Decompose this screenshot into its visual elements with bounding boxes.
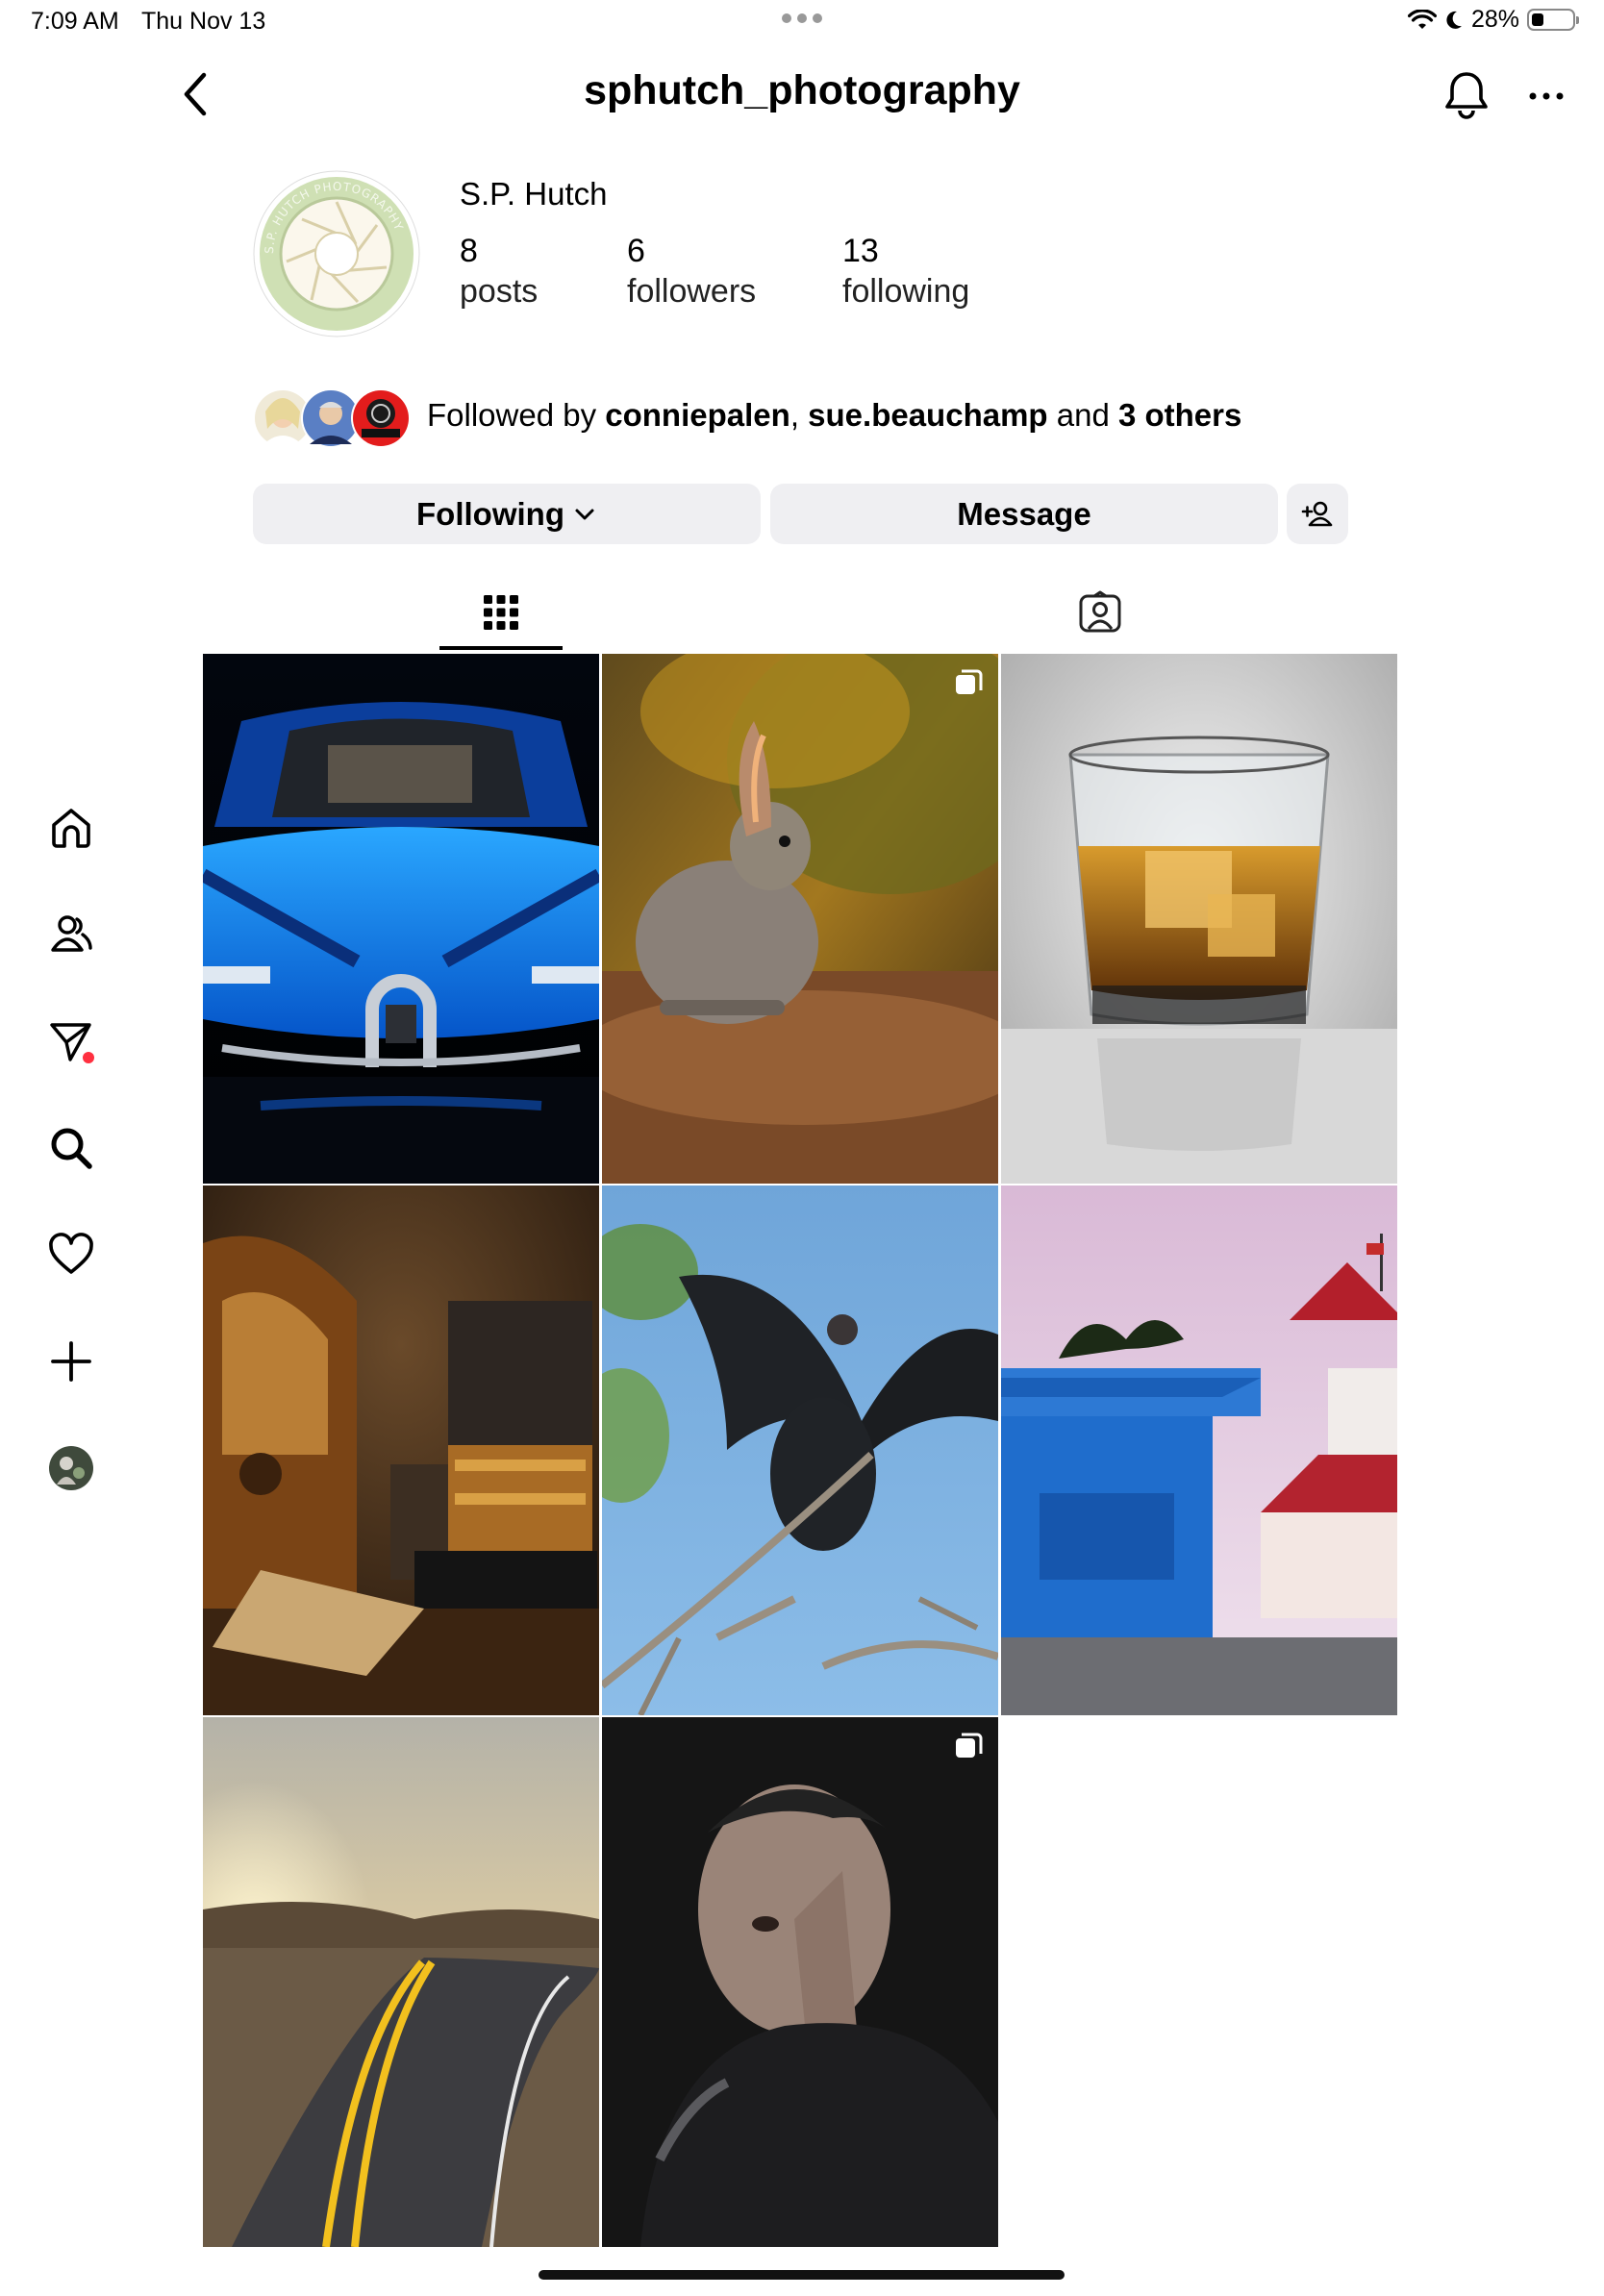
sidebar-item-search[interactable] — [44, 1121, 98, 1175]
stat-followers-value: 6 — [627, 233, 645, 269]
post-image — [602, 654, 998, 1184]
post-thumbnail[interactable] — [602, 1717, 998, 2247]
sidebar-item-activity[interactable] — [44, 1228, 98, 1282]
sidebar-item-messages[interactable] — [44, 1014, 98, 1068]
active-tab-indicator — [439, 646, 563, 650]
follower-link-1[interactable]: conniepalen — [605, 397, 790, 433]
message-button-label: Message — [957, 495, 1091, 532]
post-image — [602, 1717, 998, 2247]
profile-avatar[interactable]: S.P. HUTCH PHOTOGRAPHY — [252, 169, 421, 338]
post-thumbnail[interactable] — [203, 1185, 599, 1715]
followed-by-separator: , — [789, 397, 799, 433]
notifications-button[interactable] — [1442, 69, 1491, 121]
plus-icon — [51, 1341, 91, 1382]
post-thumbnail[interactable] — [1001, 1185, 1397, 1715]
carousel-icon — [956, 669, 983, 694]
carousel-icon — [956, 1733, 983, 1758]
stat-posts-label: posts — [460, 273, 539, 310]
status-date: Thu Nov 13 — [141, 8, 266, 35]
status-time: 7:09 AM — [31, 8, 119, 35]
follower-link-2[interactable]: sue.beauchamp — [808, 397, 1047, 433]
followed-by-others[interactable]: 3 others — [1118, 397, 1241, 433]
display-name: S.P. Hutch — [460, 176, 608, 212]
more-horizontal-icon — [1529, 92, 1564, 100]
moon-icon — [1446, 11, 1462, 29]
message-button[interactable]: Message — [770, 484, 1278, 544]
heart-icon — [49, 1233, 93, 1274]
wifi-icon — [1407, 9, 1437, 29]
post-thumbnail[interactable] — [203, 654, 599, 1184]
following-button-label: Following — [416, 495, 564, 532]
stat-followers[interactable]: 6 followers — [627, 231, 756, 312]
followed-by-prefix: Followed by — [427, 397, 597, 433]
suggest-users-button[interactable] — [1287, 484, 1348, 544]
battery-percent: 28% — [1470, 6, 1519, 33]
post-thumbnail[interactable] — [1001, 654, 1397, 1184]
home-icon — [52, 809, 90, 848]
page-title: sphutch_photography — [584, 67, 1020, 113]
stat-followers-label: followers — [627, 273, 757, 310]
post-image — [203, 1717, 599, 2247]
post-thumbnail[interactable] — [602, 1185, 998, 1715]
add-user-icon — [1301, 501, 1333, 526]
sidebar-item-people[interactable] — [44, 908, 98, 961]
post-image — [203, 1185, 599, 1715]
home-indicator[interactable] — [539, 2270, 1065, 2280]
sidebar-item-create[interactable] — [44, 1335, 98, 1388]
following-button[interactable]: Following — [253, 484, 761, 544]
post-image — [1001, 1185, 1397, 1715]
multitasking-dots[interactable] — [782, 13, 822, 23]
post-thumbnail[interactable] — [203, 1717, 599, 2247]
tab-posts-grid[interactable] — [439, 575, 563, 650]
search-icon — [51, 1128, 92, 1169]
followed-by-text[interactable]: Followed by conniepalen, sue.beauchamp a… — [427, 397, 1241, 434]
sidebar-item-profile[interactable] — [44, 1441, 98, 1495]
tab-tagged[interactable] — [1058, 575, 1142, 650]
profile-avatar — [49, 1446, 93, 1490]
post-image — [203, 654, 599, 1184]
stat-following-label: following — [842, 273, 970, 310]
grid-icon — [484, 595, 518, 630]
status-indicators: 28% — [1407, 6, 1579, 34]
stat-following[interactable]: 13 following — [842, 231, 969, 312]
follower-avatar-3 — [351, 388, 411, 448]
stat-posts-value: 8 — [460, 233, 478, 269]
tagged-person-icon — [1079, 590, 1121, 633]
post-image — [1001, 654, 1397, 1184]
post-image — [602, 1185, 998, 1715]
chevron-down-icon — [575, 509, 594, 519]
followed-by-and: and — [1056, 397, 1110, 433]
sidebar-item-home[interactable] — [44, 801, 98, 855]
followed-by-avatars[interactable] — [252, 385, 415, 452]
post-thumbnail[interactable] — [602, 654, 998, 1184]
more-options-button[interactable] — [1524, 77, 1568, 115]
stat-following-value: 13 — [842, 233, 879, 269]
battery-icon — [1527, 9, 1579, 31]
bell-icon — [1445, 72, 1488, 119]
stat-posts[interactable]: 8 posts — [460, 231, 538, 312]
people-icon — [51, 915, 92, 952]
direct-icon — [50, 1023, 94, 1063]
